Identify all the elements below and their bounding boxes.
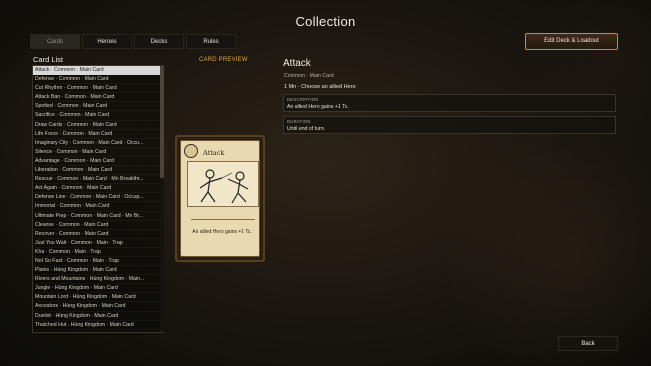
- card-list-item[interactable]: Rivers and Mountains · Hùng Kingdom · Ma…: [33, 275, 163, 285]
- card-list-item[interactable]: Defense · Common · Main Card: [33, 75, 163, 85]
- tab-heroes[interactable]: Heroes: [82, 34, 132, 49]
- page-title: Collection: [295, 14, 356, 29]
- card-list: Attack · Common · Main Card Defense · Com…: [32, 65, 164, 333]
- card-list-item[interactable]: Advantage · Common · Main Card: [33, 157, 163, 167]
- card-divider: [191, 219, 255, 220]
- card-list-item[interactable]: Mountain Lord · Hùng Kingdom · Main Card: [33, 293, 163, 303]
- card-preview: Attack An allied Hero gains +1 Tc.: [175, 135, 265, 262]
- card-list-item[interactable]: Sacrifice · Common · Main Card: [33, 111, 163, 121]
- back-button[interactable]: Back: [558, 336, 618, 351]
- description-text: An allied Hero gains +1 Tc.: [287, 104, 349, 110]
- card-list-item[interactable]: Attack · Common · Main Card: [33, 66, 163, 76]
- detail-title: Attack: [283, 58, 311, 69]
- card-list-item[interactable]: Jungle · Hùng Kingdom · Main Card: [33, 284, 163, 294]
- tab-cards[interactable]: Cards: [30, 34, 80, 49]
- card-list-item[interactable]: Spotted · Common · Main Card: [33, 102, 163, 112]
- card-artwork: [187, 161, 259, 207]
- card-face: Attack An allied Hero gains +1 Tc.: [180, 140, 260, 257]
- card-title: Attack: [203, 149, 225, 157]
- card-list-item[interactable]: Act Again · Common · Main Card: [33, 184, 163, 194]
- card-list-item[interactable]: Life Force · Common · Main Card: [33, 130, 163, 139]
- card-list-item[interactable]: Plains · Hùng Kingdom · Main Card: [33, 266, 163, 276]
- card-list-item[interactable]: Imaginary City · Common · Main Card · Oc…: [33, 139, 163, 148]
- detail-subtitle: Common · Main Card: [284, 73, 334, 79]
- card-list-item[interactable]: Not So Fast · Common · Main · Trap: [33, 257, 163, 267]
- card-list-item[interactable]: Just You Wait · Common · Main · Trap: [33, 239, 163, 248]
- description-box: DESCRIPTION An allied Hero gains +1 Tc.: [283, 94, 616, 112]
- card-preview-label: CARD PREVIEW: [199, 57, 248, 63]
- edit-deck-loadout-button[interactable]: Edit Deck & Loadout: [525, 33, 618, 50]
- card-list-item[interactable]: Rescue · Common · Main Card · Mn Breakth…: [33, 175, 163, 185]
- card-list-item[interactable]: Silence · Common · Main Card: [33, 148, 163, 157]
- card-list-item[interactable]: Immortal · Common · Main Card: [33, 202, 163, 212]
- scrollbar-thumb[interactable]: [160, 66, 164, 178]
- card-list-item[interactable]: Duelist · Hùng Kingdom · Main Card: [33, 312, 163, 321]
- card-list-item[interactable]: Attack Ban · Common · Main Card: [33, 93, 163, 103]
- card-list-item[interactable]: Kha · Common · Main · Trap: [33, 248, 163, 257]
- card-list-scrollbar[interactable]: [160, 66, 164, 332]
- card-list-label: Card List: [33, 55, 64, 64]
- card-list-item[interactable]: Liberation · Common · Main Card: [33, 166, 163, 176]
- duration-text: Until end of turn.: [287, 126, 326, 132]
- tab-decks[interactable]: Decks: [134, 34, 184, 49]
- description-label: DESCRIPTION: [287, 97, 319, 102]
- card-list-item[interactable]: Ancestors · Hùng Kingdom · Main Card: [33, 302, 163, 312]
- detail-cost: 1 Mn · Choose an allied Hero: [284, 84, 356, 90]
- card-effect-text: An allied Hero gains +1 Tc.: [192, 229, 252, 235]
- card-list-item[interactable]: Draw Cards · Common · Main Card: [33, 121, 163, 130]
- card-list-item[interactable]: Cleanse · Common · Main Card: [33, 221, 163, 230]
- card-list-item[interactable]: Thatched Hut · Hùng Kingdom · Main Card: [33, 321, 163, 330]
- card-list-item[interactable]: Recover · Common · Main Card: [33, 230, 163, 239]
- card-cost-badge: [184, 144, 198, 158]
- card-list-item[interactable]: Ultimate Prep · Common · Main Card · Mn …: [33, 212, 163, 221]
- card-list-item[interactable]: Defense Line · Common · Main Card · Occu…: [33, 193, 163, 203]
- duration-label: DURATION: [287, 119, 311, 124]
- card-list-item[interactable]: Cut Rhythm · Common · Main Card: [33, 84, 163, 94]
- tab-rules[interactable]: Rules: [186, 34, 236, 49]
- tab-bar: Cards Heroes Decks Rules: [30, 34, 236, 49]
- duration-box: DURATION Until end of turn.: [283, 116, 616, 134]
